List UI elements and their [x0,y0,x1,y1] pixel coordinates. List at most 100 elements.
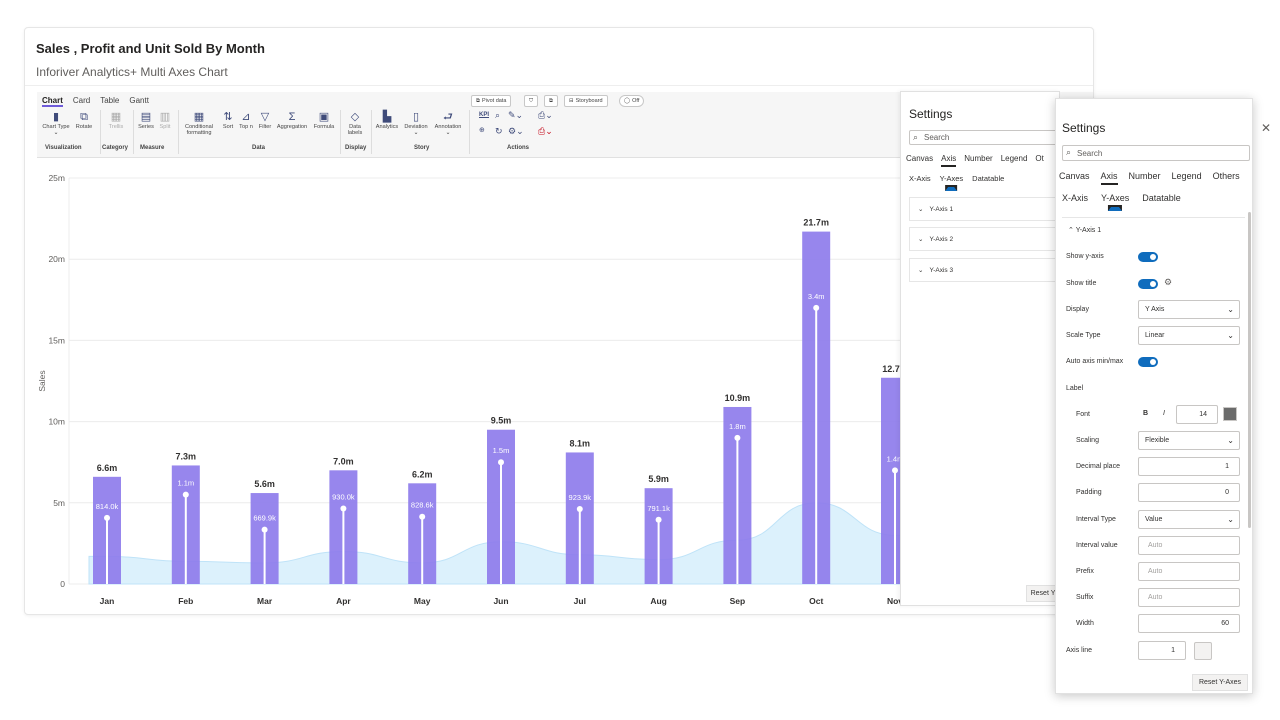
settings-search-input[interactable]: ⌕ Search [909,130,1059,145]
export-icon[interactable]: ⎙⌄ [538,110,553,121]
group-display: Display [345,145,367,151]
profit-data-label: 1.8m [729,422,746,431]
profit-data-label: 669.9k [253,514,276,523]
tab-axis[interactable]: Axis [941,154,957,167]
aggregation-button[interactable]: Σ Aggregation [274,111,310,130]
scaling-select[interactable]: Flexible ⌄ [1138,431,1240,450]
sort-button[interactable]: ⇅ Sort [221,111,235,130]
data-labels-button[interactable]: ◇ Data labels [343,111,367,137]
subtab-datatable[interactable]: Datatable [1142,193,1181,203]
ribbon-separator [178,110,179,154]
tab-canvas[interactable]: Canvas [906,154,933,163]
decimal-place-label: Decimal place [1076,463,1120,470]
accordion-y-axis-3[interactable]: ⌄ Y-Axis 3 [909,258,1059,282]
filter-button[interactable]: ▽ Filter [256,111,274,130]
kpi-button[interactable]: KPI [479,112,489,118]
formula-button[interactable]: ▣ Formula [311,111,337,130]
gear-icon[interactable]: ⚙⌄ [508,126,524,137]
x-tick-label: May [414,596,431,606]
chevron-up-icon: ⌃ [1068,227,1074,234]
tab-legend[interactable]: Legend [1172,171,1202,181]
y-axis-1-section-header[interactable]: ⌃ Y-Axis 1 [1068,226,1101,234]
tab-number[interactable]: Number [964,154,992,163]
top-n-button[interactable]: ⊿ Top n [236,111,256,130]
sales-data-label: 9.5m [491,416,512,426]
settings-title: Settings [909,107,953,121]
tab-number[interactable]: Number [1129,171,1161,181]
tab-legend[interactable]: Legend [1001,154,1028,163]
italic-button[interactable]: I [1163,410,1165,417]
chart-type-button[interactable]: ▮ Chart Type ⌄ [40,111,72,137]
subtab-datatable[interactable]: Datatable [972,174,1004,183]
auto-axis-toggle[interactable] [1138,357,1158,367]
profit-dot [261,526,268,533]
link-icon[interactable]: ⊕ [479,126,485,134]
suffix-input[interactable]: Auto [1138,588,1240,607]
show-y-axis-toggle[interactable] [1138,252,1158,262]
show-title-toggle[interactable] [1138,279,1158,289]
profit-dot [576,505,583,512]
y-tick-label: 0 [60,579,65,589]
sort-icon: ⇅ [223,111,233,123]
tab-card[interactable]: Card [73,96,90,107]
reset-y-axes-button[interactable]: Reset Y-Axes [1192,674,1248,691]
interval-value-input[interactable]: Auto [1138,536,1240,555]
bold-button[interactable]: B [1143,410,1148,417]
tab-canvas[interactable]: Canvas [1059,171,1090,181]
subtab-y-axes[interactable]: Y-Axes [940,174,964,183]
axis-line-width-input[interactable]: 1 [1138,641,1186,660]
pdf-icon[interactable]: ⎙⌄ [538,126,553,137]
prefix-input[interactable]: Auto [1138,562,1240,581]
panel-scrollbar[interactable] [1248,212,1251,528]
chevron-down-icon: ⌄ [918,206,924,213]
series-button[interactable]: ▤ Series [135,111,157,130]
deviation-button[interactable]: ▯ Deviation ⌄ [402,111,430,137]
trellis-button[interactable]: ▦ Trellis [103,111,129,130]
interval-type-select[interactable]: Value ⌄ [1138,510,1240,529]
bar-chart-icon: ▮ [52,111,60,123]
gear-icon[interactable]: ⚙ [1164,277,1172,288]
annotation-icon: ⮐ [443,111,453,123]
accordion-y-axis-2[interactable]: ⌄ Y-Axis 2 [909,227,1059,251]
tab-others[interactable]: Others [1213,171,1240,181]
filter-action-button[interactable]: ⛉ [524,95,539,107]
split-button[interactable]: ▥ Split [155,111,175,130]
conditional-formatting-button[interactable]: ▦ Conditional formatting [180,111,218,137]
tab-table[interactable]: Table [100,96,119,107]
refresh-icon[interactable]: ↻ [495,126,503,137]
storyboard-button[interactable]: ⊟ Storyboard [564,95,608,107]
series-icon: ▤ [140,111,152,123]
width-input[interactable]: 60 [1138,614,1240,633]
accordion-y-axis-1[interactable]: ⌄ Y-Axis 1 [909,197,1059,221]
scaling-label: Scaling [1076,437,1099,444]
ribbon-separator [469,110,470,154]
display-select[interactable]: Y Axis ⌄ [1138,300,1240,319]
rotate-button[interactable]: ⧉ Rotate [71,111,97,130]
tab-chart[interactable]: Chart [42,96,63,107]
search-icon[interactable]: ⌕ [495,110,500,121]
font-color-swatch[interactable] [1223,407,1237,421]
brush-icon[interactable]: ✎⌄ [508,110,523,121]
scale-type-select[interactable]: Linear ⌄ [1138,326,1240,345]
close-icon[interactable]: ✕ [1261,121,1271,135]
x-tick-label: Mar [257,596,273,606]
axis-line-color-swatch[interactable] [1194,642,1212,660]
off-toggle[interactable]: ◯ Off [619,95,645,107]
filter-icon: ▽ [260,111,270,123]
tab-others[interactable]: Ot [1035,154,1043,163]
settings-search-input[interactable]: ⌕ Search [1062,145,1250,161]
profit-dot [498,459,504,466]
padding-input[interactable]: 0 [1138,483,1240,502]
format-action-button[interactable]: ⧉ [544,95,558,107]
tab-gantt[interactable]: Gantt [129,96,149,107]
subtab-x-axis[interactable]: X-Axis [1062,193,1088,203]
subtab-y-axes[interactable]: Y-Axes [1101,193,1129,203]
subtab-x-axis[interactable]: X-Axis [909,174,931,183]
pivot-data-button[interactable]: ⧉ Pivot data [471,95,512,107]
analytics-button[interactable]: ▙ Analytics [373,111,401,130]
font-size-input[interactable]: 14 [1176,405,1218,424]
decimal-place-input[interactable]: 1 [1138,457,1240,476]
profit-data-label: 1.5m [493,446,510,455]
annotation-button[interactable]: ⮐ Annotation ⌄ [431,111,465,137]
tab-axis[interactable]: Axis [1100,171,1118,185]
